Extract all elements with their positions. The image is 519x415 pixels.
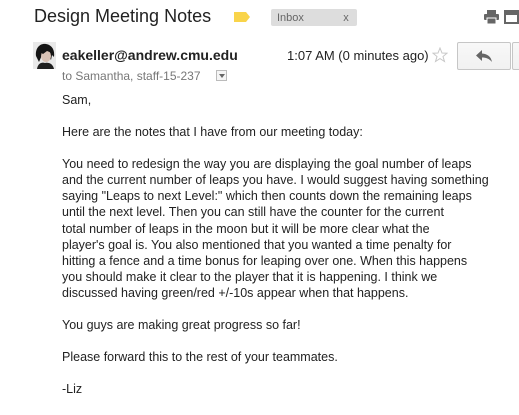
- star-icon[interactable]: [432, 47, 448, 63]
- remove-label-button[interactable]: x: [339, 12, 353, 24]
- importance-marker-icon[interactable]: [234, 12, 250, 22]
- signature: -Liz: [62, 382, 83, 397]
- inbox-label[interactable]: Inbox x: [271, 9, 357, 26]
- avatar-image: [33, 42, 56, 69]
- message-time: 1:07 AM (0 minutes ago): [287, 48, 429, 63]
- recipients-line: to Samantha, staff-15-237: [62, 69, 201, 83]
- message-body: Sam, Here are the notes that I have from…: [62, 92, 512, 413]
- show-details-button[interactable]: [216, 70, 227, 81]
- reply-button[interactable]: [457, 42, 511, 70]
- chevron-down-icon: [219, 74, 225, 78]
- sender-email[interactable]: eakeller@andrew.cmu.edu: [62, 47, 238, 63]
- body-paragraph: Please forward this to the rest of your …: [62, 350, 338, 365]
- sender-avatar[interactable]: [33, 42, 56, 69]
- subject-row: Design Meeting Notes Inbox x: [0, 0, 519, 36]
- inbox-label-text: Inbox: [277, 11, 304, 24]
- print-icon[interactable]: [484, 10, 499, 24]
- email-subject: Design Meeting Notes: [34, 6, 212, 26]
- body-paragraph: Here are the notes that I have from our …: [62, 125, 363, 140]
- body-paragraph: You need to redesign the way you are dis…: [62, 157, 489, 300]
- more-actions-button[interactable]: [512, 42, 519, 70]
- body-paragraph: You guys are making great progress so fa…: [62, 318, 301, 333]
- reply-arrow-icon: [476, 50, 492, 62]
- new-window-icon[interactable]: [504, 10, 519, 24]
- greeting: Sam,: [62, 93, 92, 107]
